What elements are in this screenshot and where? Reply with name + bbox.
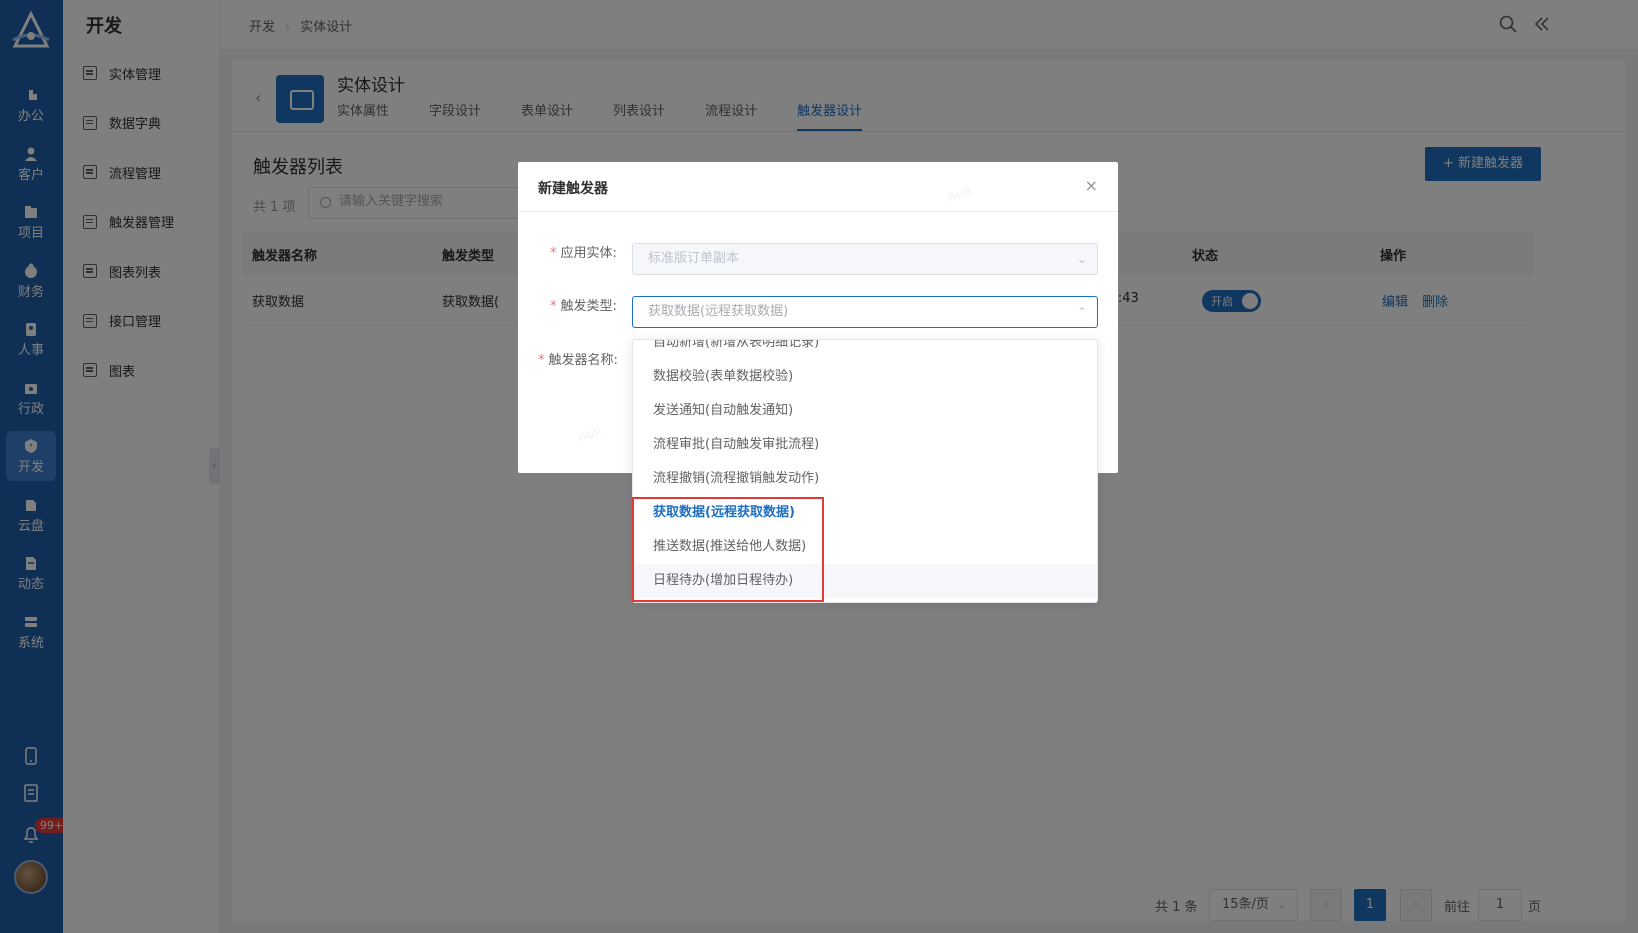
dropdown-option[interactable]: 推送数据(推送给他人数据): [633, 530, 1097, 564]
dropdown-option[interactable]: 获取数据(远程获取数据): [633, 496, 1097, 530]
entity-select-value: 标准版订单副本: [648, 251, 740, 266]
dropdown-option[interactable]: 发送通知(自动触发通知): [633, 394, 1097, 428]
dropdown-option[interactable]: 日程待办(增加日程待办): [633, 564, 1097, 598]
dialog-title: 新建触发器: [538, 181, 608, 197]
watermark: null: [946, 183, 974, 206]
dropdown-option[interactable]: 流程审批(自动触发审批流程): [633, 428, 1097, 462]
trigger-type-placeholder: 获取数据(远程获取数据): [648, 304, 789, 319]
close-icon[interactable]: ×: [1085, 176, 1098, 195]
watermark: null: [576, 423, 604, 446]
dropdown-option[interactable]: 自动新增(新增从表明细记录): [633, 340, 1097, 360]
trigger-type-select[interactable]: 获取数据(远程获取数据) ⌃: [632, 296, 1098, 328]
dropdown-option[interactable]: 数据校验(表单数据校验): [633, 360, 1097, 394]
dialog-divider: [518, 211, 1118, 212]
chevron-down-icon: ⌄: [1076, 252, 1087, 266]
name-field-label: * 触发器名称:: [538, 353, 618, 368]
chevron-up-icon: ⌃: [1076, 305, 1087, 319]
dropdown-option[interactable]: 流程撤销(流程撤销触发动作): [633, 462, 1097, 496]
type-field-label: * 触发类型:: [550, 299, 617, 314]
trigger-type-dropdown: 自动新增(新增从表明细记录) 数据校验(表单数据校验) 发送通知(自动触发通知) 流程…: [632, 339, 1098, 603]
entity-field-label: * 应用实体:: [550, 246, 617, 261]
entity-select: 标准版订单副本 ⌄: [632, 243, 1098, 275]
